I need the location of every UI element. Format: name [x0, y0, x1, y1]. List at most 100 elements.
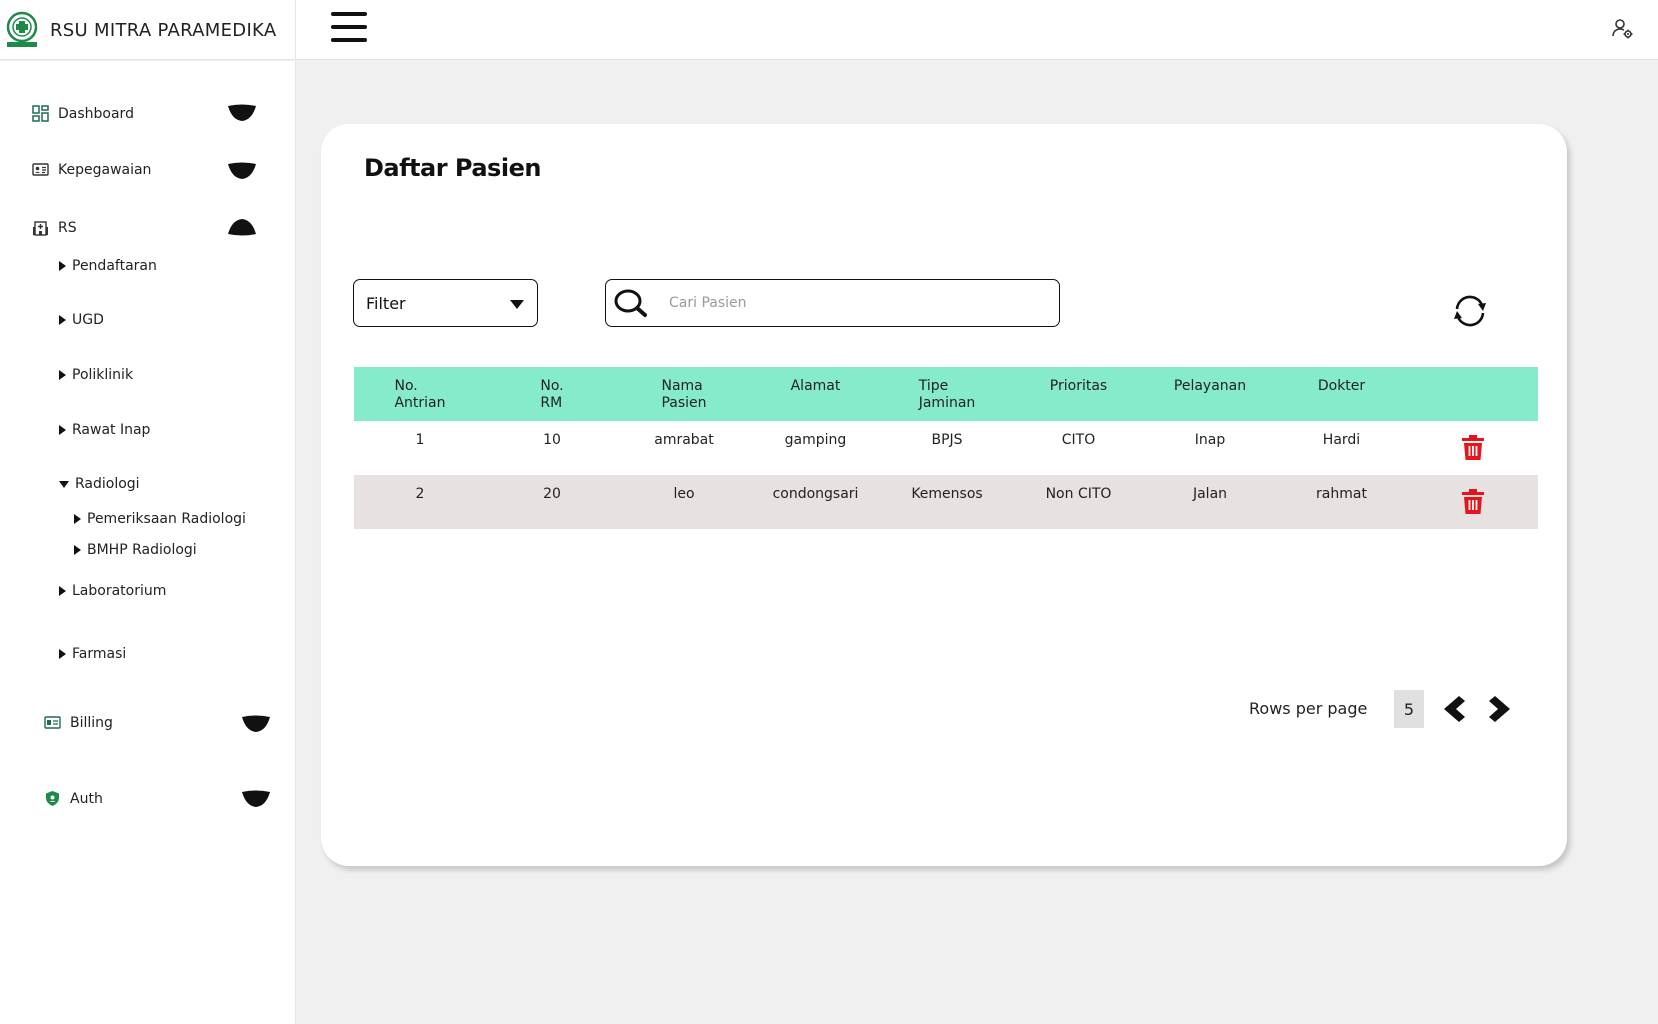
trash-icon[interactable]: [1460, 489, 1486, 515]
sidebar-subitem-label: Laboratorium: [72, 583, 167, 599]
cell-prioritas: CITO: [1061, 432, 1096, 448]
sidebar-subitem-label: Farmasi: [72, 646, 127, 662]
sidebar-item-auth[interactable]: Auth: [44, 790, 103, 807]
sidebar-subitem-label: Radiologi: [75, 476, 140, 492]
caret-right-icon: [59, 586, 66, 596]
search-box[interactable]: [605, 279, 1060, 327]
sidebar-item-label: Billing: [70, 714, 113, 731]
cell-actions: [1407, 475, 1538, 529]
table-header: No. Antrian No. RM Nama Pasien Alamat Tipe J…: [354, 367, 1538, 421]
caret-right-icon: [59, 315, 66, 325]
cell-alamat: condongsari: [772, 486, 859, 502]
cell-no-antrian: 1: [415, 432, 425, 448]
hospital-crest-logo: [6, 11, 38, 47]
sidebar-subitem-laboratorium[interactable]: Laboratorium: [59, 583, 166, 599]
cell-pelayanan: Inap: [1194, 432, 1226, 448]
top-header: RSU MITRA PARAMEDIKA: [0, 0, 1658, 60]
shield-icon: [46, 791, 59, 806]
cell-alamat: gamping: [784, 432, 847, 448]
col-header-no-rm[interactable]: No. RM: [486, 367, 618, 421]
caret-right-icon: [59, 425, 66, 435]
cell-tipe-jaminan: Kemensos: [911, 486, 983, 502]
sidebar-item-billing[interactable]: Billing: [44, 714, 113, 731]
sidebar-subitem-label: BMHP Radiologi: [87, 542, 197, 558]
sidebar-subitem-label: UGD: [72, 312, 104, 328]
col-header-nama-pasien[interactable]: Nama Pasien: [618, 367, 750, 421]
sidebar-subitem-poliklinik[interactable]: Poliklinik: [59, 367, 133, 383]
cell-no-rm: 10: [543, 432, 561, 448]
cell-dokter: Hardi: [1322, 432, 1361, 448]
col-header-pelayanan[interactable]: Pelayanan: [1144, 367, 1276, 421]
cell-nama-pasien: amrabat: [654, 432, 714, 448]
cell-dokter: rahmat: [1316, 486, 1367, 502]
sidebar-subitem-ugd[interactable]: UGD: [59, 312, 104, 328]
sidebar: Dashboard Kepegawaian RS Pendaftaran UGD…: [0, 61, 296, 1024]
patient-list-card: Daftar Pasien Filter No.Antrian No.RM: [321, 124, 1567, 866]
chevron-down-icon[interactable]: [228, 162, 256, 180]
chevron-down-icon[interactable]: [242, 715, 270, 733]
caret-right-icon: [74, 514, 81, 524]
table-row[interactable]: 1 10 amrabat gamping BPJS CITO Inap Hard…: [354, 421, 1538, 475]
col-header-tipe-jaminan[interactable]: Tipe Jaminan: [881, 367, 1013, 421]
chevron-down-icon[interactable]: [228, 104, 256, 122]
brand[interactable]: RSU MITRA PARAMEDIKA: [0, 0, 296, 60]
cell-actions: [1407, 421, 1538, 475]
col-header-actions: [1407, 367, 1538, 421]
sidebar-subitem-radiologi[interactable]: Radiologi: [59, 476, 140, 492]
id-card-icon: [32, 163, 49, 176]
chevron-up-icon[interactable]: [228, 218, 256, 236]
sidebar-item-kepegawaian[interactable]: Kepegawaian: [32, 161, 151, 178]
cell-no-rm: 20: [543, 486, 561, 502]
caret-right-icon: [59, 370, 66, 380]
caret-right-icon: [59, 649, 66, 659]
cell-pelayanan: Jalan: [1192, 486, 1228, 502]
sidebar-item-label: RS: [58, 219, 77, 236]
hamburger-icon[interactable]: [331, 12, 367, 42]
col-header-prioritas[interactable]: Prioritas: [1013, 367, 1144, 421]
sidebar-subitem-label: Rawat Inap: [72, 422, 151, 438]
sidebar-subitem-bmhp-radiologi[interactable]: BMHP Radiologi: [74, 542, 197, 558]
sidebar-item-rs[interactable]: RS: [32, 219, 77, 236]
sidebar-subitem-label: Poliklinik: [72, 367, 134, 383]
caret-down-icon: [59, 480, 69, 488]
sidebar-item-label: Dashboard: [58, 105, 134, 122]
sidebar-subitem-label: Pemeriksaan Radiologi: [87, 511, 246, 527]
rows-per-page-label: Rows per page: [1249, 699, 1368, 718]
search-input[interactable]: [669, 295, 1029, 311]
sidebar-subitem-pendaftaran[interactable]: Pendaftaran: [59, 258, 157, 274]
sidebar-subitem-label: Pendaftaran: [72, 258, 157, 274]
page-title: Daftar Pasien: [364, 154, 541, 182]
filter-label: Filter: [366, 293, 406, 313]
user-settings-icon[interactable]: [1610, 16, 1634, 40]
trash-icon[interactable]: [1460, 435, 1486, 461]
chevron-right-icon[interactable]: [1487, 694, 1515, 724]
brand-name: RSU MITRA PARAMEDIKA: [50, 19, 277, 41]
table-row[interactable]: 2 20 leo condongsari Kemensos Non CITO J…: [354, 475, 1538, 529]
sidebar-item-label: Auth: [70, 790, 103, 807]
cell-prioritas: Non CITO: [1045, 486, 1112, 502]
sidebar-item-label: Kepegawaian: [58, 161, 152, 178]
cell-no-antrian: 2: [415, 486, 425, 502]
hospital-icon: [33, 221, 48, 236]
search-icon: [614, 289, 647, 317]
rows-per-page-select[interactable]: 5: [1394, 690, 1424, 728]
patient-table: No. Antrian No. RM Nama Pasien Alamat Tipe J…: [354, 367, 1538, 529]
cell-nama-pasien: leo: [673, 486, 695, 502]
chevron-down-icon[interactable]: [242, 790, 270, 808]
billing-icon: [44, 716, 61, 729]
col-header-alamat[interactable]: Alamat: [750, 367, 881, 421]
dashboard-icon: [32, 105, 49, 122]
caret-right-icon: [74, 545, 81, 555]
caret-right-icon: [59, 261, 66, 271]
cell-tipe-jaminan: BPJS: [931, 432, 963, 448]
col-header-no-antrian[interactable]: No. Antrian: [354, 367, 486, 421]
refresh-icon[interactable]: [1449, 290, 1491, 332]
caret-down-icon: [510, 300, 524, 309]
chevron-left-icon[interactable]: [1439, 694, 1467, 724]
sidebar-subitem-farmasi[interactable]: Farmasi: [59, 646, 126, 662]
sidebar-item-dashboard[interactable]: Dashboard: [32, 105, 134, 122]
sidebar-subitem-rawat-inap[interactable]: Rawat Inap: [59, 422, 150, 438]
col-header-dokter[interactable]: Dokter: [1276, 367, 1407, 421]
filter-dropdown[interactable]: Filter: [353, 279, 538, 327]
sidebar-subitem-pemeriksaan-radiologi[interactable]: Pemeriksaan Radiologi: [74, 511, 246, 527]
